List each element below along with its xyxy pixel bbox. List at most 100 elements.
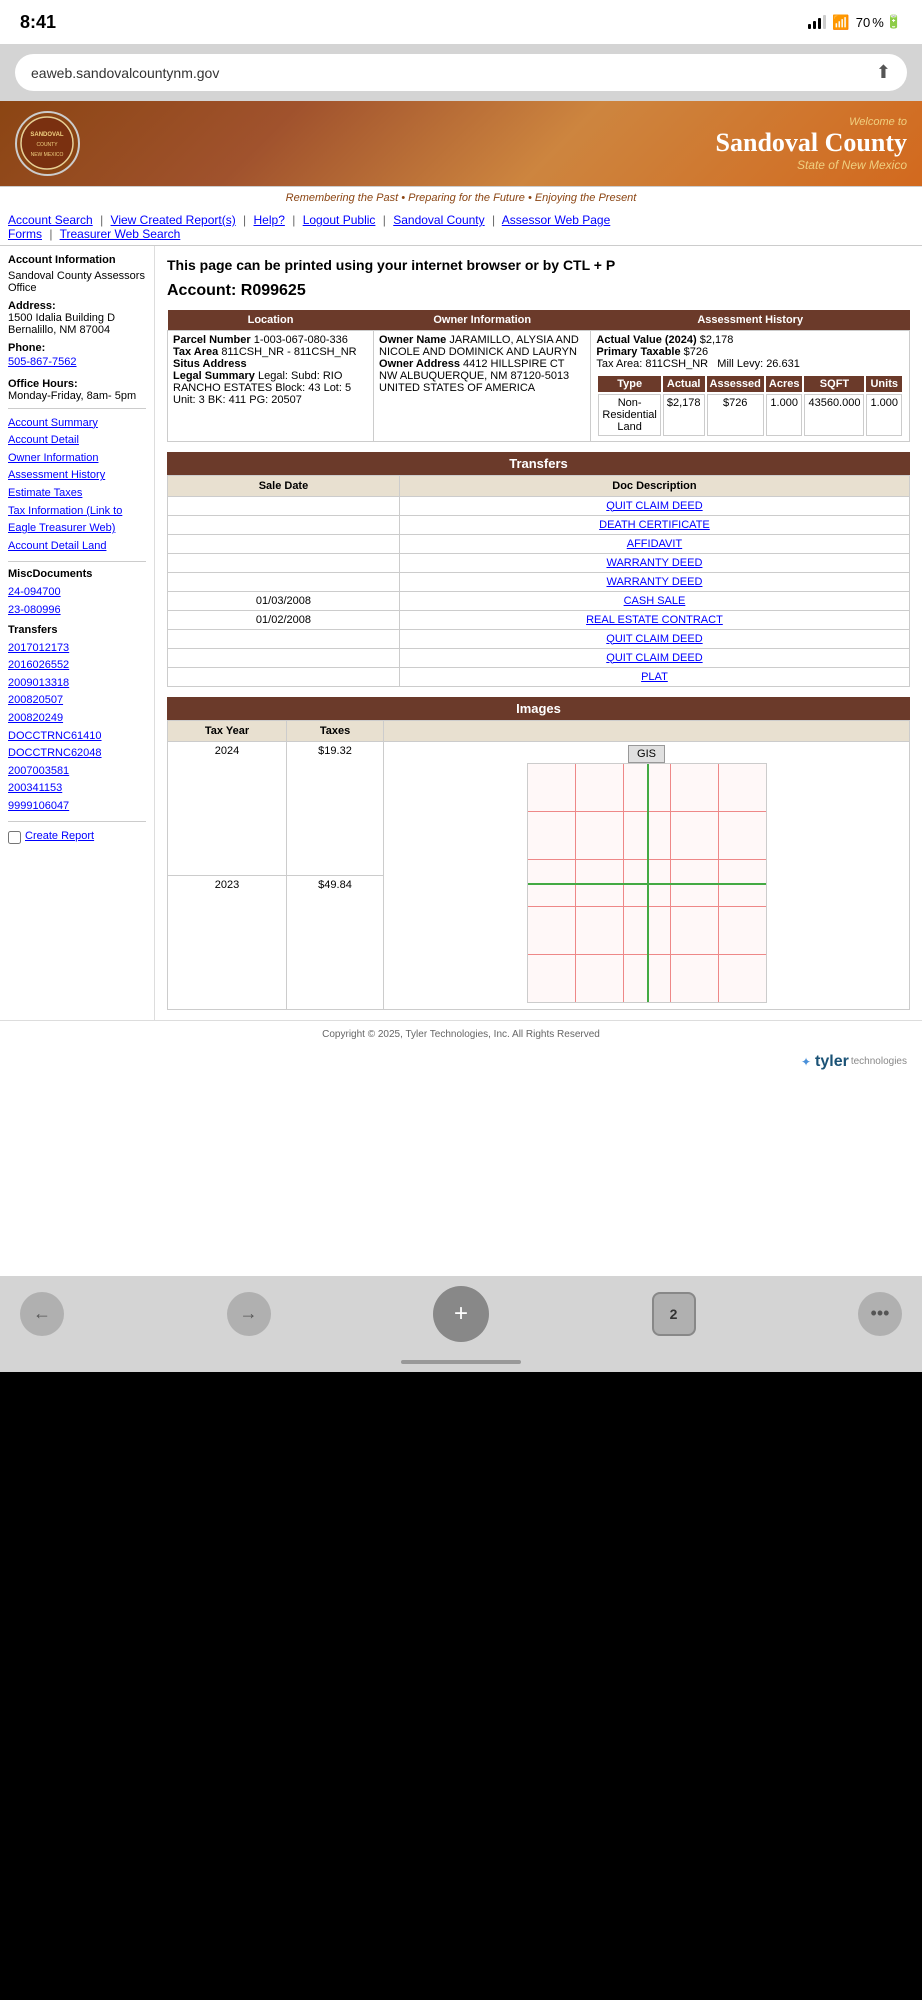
owner-address-label: Owner Address <box>379 358 460 370</box>
status-bar: 8:41 📶 70 % 🔋 <box>0 0 922 44</box>
county-title-area: Welcome to Sandoval County State of New … <box>716 116 907 172</box>
link-tax-info[interactable]: Tax Information (Link to Eagle Treasurer… <box>8 503 146 538</box>
county-logo: SANDOVAL COUNTY NEW MEXICO <box>15 111 80 176</box>
nav-account-search[interactable]: Account Search <box>8 213 93 227</box>
row-units: 1.000 <box>866 394 902 436</box>
taxes-2023: $49.84 <box>287 875 384 1009</box>
nav-sandoval-county[interactable]: Sandoval County <box>393 213 484 227</box>
battery-indicator: 70 % 🔋 <box>856 14 902 30</box>
county-name: Sandoval County <box>716 128 907 158</box>
images-section-header: Images <box>167 697 910 720</box>
misc-doc-0[interactable]: 24-094700 <box>8 584 146 602</box>
table-row: QUIT CLAIM DEED <box>168 496 910 515</box>
table-row: QUIT CLAIM DEED <box>168 629 910 648</box>
transfer-2[interactable]: 2009013318 <box>8 675 146 693</box>
share-icon[interactable]: ⬆ <box>876 62 891 83</box>
transfer-doc-5[interactable]: CASH SALE <box>624 595 686 607</box>
main-data-table: Location Owner Information Assessment Hi… <box>167 310 910 442</box>
row-acres: 1.000 <box>766 394 803 436</box>
nav-help[interactable]: Help? <box>254 213 285 227</box>
tax-year-header: Tax Year <box>168 720 287 741</box>
nav-assessor-web[interactable]: Assessor Web Page <box>502 213 611 227</box>
transfer-doc-3[interactable]: WARRANTY DEED <box>606 557 702 569</box>
phone-link[interactable]: 505-867-7562 <box>8 354 146 372</box>
transfer-doc-1[interactable]: DEATH CERTIFICATE <box>599 519 710 531</box>
browser-bottom-nav: ← → + 2 ••• <box>0 1276 922 1352</box>
transfer-doc-8[interactable]: QUIT CLAIM DEED <box>606 652 702 664</box>
transfer-5[interactable]: DOCCTRNC61410 <box>8 728 146 746</box>
forward-button[interactable]: → <box>227 1292 271 1336</box>
link-account-detail-land[interactable]: Account Detail Land <box>8 538 146 556</box>
url-bar[interactable]: eaweb.sandovalcountynm.gov ⬆ <box>15 54 907 91</box>
situs-label: Situs Address <box>173 358 247 370</box>
print-notice: This page can be printed using your inte… <box>167 256 910 276</box>
copyright-text: Copyright © 2025, Tyler Technologies, In… <box>322 1029 600 1040</box>
link-account-detail[interactable]: Account Detail <box>8 432 146 450</box>
sale-date-5: 01/03/2008 <box>168 591 400 610</box>
col-units: Units <box>866 376 902 392</box>
transfer-6[interactable]: DOCCTRNC62048 <box>8 745 146 763</box>
address: 1500 Idalia Building D <box>8 312 146 324</box>
home-indicator <box>0 1352 922 1372</box>
status-icons: 📶 70 % 🔋 <box>808 14 902 31</box>
transfer-7[interactable]: 2007003581 <box>8 763 146 781</box>
menu-icon: ••• <box>871 1303 890 1324</box>
link-estimate-taxes[interactable]: Estimate Taxes <box>8 485 146 503</box>
location-header: Location <box>168 310 374 331</box>
taxes-2024: $19.32 <box>287 741 384 875</box>
table-row: Non-Residential Land $2,178 $726 1.000 4… <box>598 394 902 436</box>
transfer-8[interactable]: 200341153 <box>8 780 146 798</box>
empty-space <box>0 1076 922 1276</box>
transfer-doc-7[interactable]: QUIT CLAIM DEED <box>606 633 702 645</box>
gis-button[interactable]: GIS <box>628 745 665 763</box>
transfer-doc-0[interactable]: QUIT CLAIM DEED <box>606 500 702 512</box>
transfer-doc-9[interactable]: PLAT <box>641 671 668 683</box>
wifi-icon: 📶 <box>832 14 849 31</box>
transfer-doc-2[interactable]: AFFIDAVIT <box>627 538 682 550</box>
menu-button[interactable]: ••• <box>858 1292 902 1336</box>
back-button[interactable]: ← <box>20 1292 64 1336</box>
assessment-sub-table: Type Actual Assessed Acres SQFT Units <box>596 374 904 438</box>
tyler-logo-area: ✦ tyler technologies <box>0 1048 922 1076</box>
tyler-star-icon: ✦ <box>801 1055 811 1069</box>
welcome-text: Welcome to <box>716 116 907 128</box>
link-account-summary[interactable]: Account Summary <box>8 415 146 433</box>
link-owner-info[interactable]: Owner Information <box>8 450 146 468</box>
link-assessment-history[interactable]: Assessment History <box>8 467 146 485</box>
forward-icon: → <box>240 1303 258 1324</box>
table-row: 01/02/2008 REAL ESTATE CONTRACT <box>168 610 910 629</box>
tyler-brand: tyler <box>815 1053 849 1071</box>
assessment-header: Assessment History <box>591 310 910 331</box>
nav-view-reports[interactable]: View Created Report(s) <box>111 213 236 227</box>
transfer-doc-4[interactable]: WARRANTY DEED <box>606 576 702 588</box>
transfer-doc-6[interactable]: REAL ESTATE CONTRACT <box>586 614 723 626</box>
nav-bar: Account Search | View Created Report(s) … <box>0 209 922 246</box>
transfer-1[interactable]: 2016026552 <box>8 657 146 675</box>
nav-logout[interactable]: Logout Public <box>303 213 376 227</box>
doc-desc-header: Doc Description <box>399 475 909 496</box>
create-report-link[interactable]: Create Report <box>25 828 94 846</box>
create-report-checkbox[interactable] <box>8 831 21 844</box>
svg-text:NEW MEXICO: NEW MEXICO <box>31 152 64 158</box>
primary-taxable-label: Primary Taxable <box>596 346 680 358</box>
tax-area-label: Tax Area <box>173 346 218 358</box>
account-title: Account: R099625 <box>167 282 910 300</box>
map-visualization <box>527 763 767 1003</box>
assessment-cell: Actual Value (2024) $2,178 Primary Taxab… <box>591 330 910 441</box>
tabs-button[interactable]: 2 <box>652 1292 696 1336</box>
transfer-4[interactable]: 200820249 <box>8 710 146 728</box>
account-info-title: Account Information <box>8 254 146 266</box>
site-header: SANDOVAL COUNTY NEW MEXICO Welcome to Sa… <box>0 101 922 186</box>
transfer-9[interactable]: 9999106047 <box>8 798 146 816</box>
col-sqft: SQFT <box>804 376 864 392</box>
transfer-3[interactable]: 200820507 <box>8 692 146 710</box>
nav-treasurer-search[interactable]: Treasurer Web Search <box>60 227 181 241</box>
new-tab-icon: + <box>454 1300 468 1328</box>
row-actual: $2,178 <box>663 394 705 436</box>
tagline-text: Remembering the Past • Preparing for the… <box>286 192 637 204</box>
misc-doc-1[interactable]: 23-080996 <box>8 602 146 620</box>
new-tab-button[interactable]: + <box>433 1286 489 1342</box>
nav-forms[interactable]: Forms <box>8 227 42 241</box>
sale-date-6: 01/02/2008 <box>168 610 400 629</box>
transfer-0[interactable]: 2017012173 <box>8 640 146 658</box>
